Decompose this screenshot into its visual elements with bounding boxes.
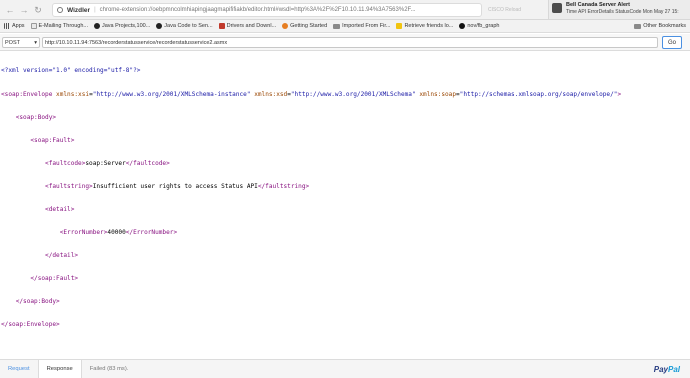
address-url: chrome-extension://oebpmncolmhiapingjaag…	[99, 7, 416, 13]
faultcode-value: soap:Server	[85, 159, 126, 167]
page-icon	[30, 23, 37, 29]
xml-line: </soap:Body>	[1, 298, 687, 306]
bookmark-item[interactable]: Java Code to Sen...	[156, 23, 213, 29]
method-value: POST	[5, 39, 20, 46]
paypal-pal-text: Pal	[667, 365, 680, 374]
extensions-text: CISCO Reload	[488, 7, 522, 13]
extension-title: Wizdler	[67, 6, 91, 14]
xml-attr: xmlns:xsd	[254, 90, 288, 98]
other-bookmarks-label: Other Bookmarks	[643, 23, 686, 29]
xml-tag: <soap:Fault>	[30, 136, 75, 144]
extension-icons[interactable]: CISCO Reload	[488, 3, 540, 17]
bookmark-label: Imported From Fir...	[342, 23, 391, 29]
xml-tag: <faultcode>	[45, 159, 86, 167]
status-text: Failed (83 ms).	[89, 366, 129, 372]
bookmark-item[interactable]: Java Projects,100...	[93, 23, 151, 29]
browser-toolbar: ← → ↻ Wizdler | chrome-extension://oebpm…	[0, 0, 690, 20]
bookmark-label: E-Mailing Through...	[38, 23, 88, 29]
xml-attr: xmlns:soap	[419, 90, 456, 98]
forward-arrow-icon[interactable]: →	[18, 4, 30, 16]
bookmark-label: Getting Started	[290, 23, 328, 29]
bookmark-item[interactable]: E-Mailing Through...	[30, 23, 88, 29]
endpoint-url-input[interactable]	[42, 37, 658, 48]
bookmark-item[interactable]: Getting Started	[282, 23, 327, 29]
bottom-status-bar: Request Response Failed (83 ms). PayPal	[0, 359, 690, 378]
paypal-pay-text: Pay	[653, 365, 668, 374]
xml-tag: <ErrorNumber>	[59, 229, 108, 237]
omnibox-separator: |	[94, 7, 96, 13]
xml-attr-value: "http://www.w3.org/2001/XMLSchema"	[290, 90, 416, 98]
xml-declaration: <?xml version="1.0" encoding="utf-8"?>	[1, 67, 141, 75]
bookmark-item[interactable]: Imported From Fir...	[333, 23, 390, 29]
xml-tag: </faultstring>	[257, 182, 310, 190]
notification-app-icon	[552, 3, 562, 13]
bookmark-item[interactable]: Drivers and Downl...	[218, 23, 277, 29]
xml-line: <faultcode>soap:Server</faultcode>	[1, 160, 687, 168]
xml-line: <?xml version="1.0" encoding="utf-8"?>	[1, 67, 687, 75]
folder-icon	[333, 23, 341, 29]
bookmark-apps[interactable]: Apps	[4, 23, 25, 29]
bookmark-label: Retrieve friends lo...	[404, 23, 454, 29]
xml-tag: >	[617, 90, 622, 98]
go-button[interactable]: Go	[662, 36, 682, 49]
xml-line: <soap:Envelope xmlns:xsi="http://www.w3.…	[1, 90, 622, 98]
xml-line: <soap:Fault>	[1, 137, 687, 145]
site-icon	[156, 23, 163, 29]
bookmark-label: Drivers and Downl...	[226, 23, 277, 29]
xml-tag: <faultstring>	[45, 182, 93, 190]
bookmark-item[interactable]: nov/fb_graph	[459, 23, 499, 29]
site-icon	[93, 23, 100, 29]
xml-line: </detail>	[1, 252, 687, 260]
notification-body: Time API ErrorDetails StatusCode Mon May…	[566, 9, 679, 15]
xml-tag: </soap:Fault>	[30, 275, 79, 283]
bookmark-item[interactable]: Retrieve friends lo...	[396, 23, 453, 29]
bookmarks-bar: Apps E-Mailing Through... Java Projects,…	[0, 20, 690, 33]
other-bookmarks[interactable]: Other Bookmarks	[634, 23, 686, 29]
request-bar: POST ▾ Go	[0, 34, 690, 51]
bookmark-label: Java Code to Sen...	[164, 23, 213, 29]
method-select[interactable]: POST ▾	[2, 37, 40, 48]
site-icon	[218, 23, 225, 29]
xml-tag: <soap:Envelope	[1, 90, 53, 98]
xml-tag: <soap:Body>	[15, 113, 57, 121]
xml-attr: xmlns:xsi	[56, 90, 90, 98]
bookmark-label: Java Projects,100...	[101, 23, 151, 29]
tab-request[interactable]: Request	[0, 360, 38, 378]
xml-response: <?xml version="1.0" encoding="utf-8"?> <…	[1, 52, 687, 337]
chevron-down-icon: ▾	[34, 39, 37, 46]
xml-tag: </ErrorNumber>	[125, 229, 178, 237]
xml-attr-value: "http://schemas.xmlsoap.org/soap/envelop…	[459, 90, 618, 98]
xml-line: <soap:Body>	[1, 114, 687, 122]
info-icon	[57, 7, 63, 13]
xml-tag: <detail>	[45, 205, 75, 213]
xml-line: <ErrorNumber>40000</ErrorNumber>	[1, 229, 687, 237]
site-icon	[396, 23, 403, 29]
xml-line: </soap:Fault>	[1, 275, 687, 283]
xml-tag: </soap:Envelope>	[1, 321, 60, 329]
address-bar[interactable]: Wizdler | chrome-extension://oebpmncolmh…	[52, 3, 482, 17]
xml-line: <detail>	[1, 206, 687, 214]
apps-grid-icon	[4, 23, 10, 29]
xml-line: <faultstring>Insufficient user rights to…	[1, 183, 687, 191]
xml-tag: </detail>	[45, 252, 79, 260]
back-arrow-icon[interactable]: ←	[4, 4, 16, 16]
error-number-value: 40000	[107, 229, 126, 237]
reload-icon[interactable]: ↻	[32, 4, 44, 16]
notification-title: Bell Canada Server Alert	[566, 2, 630, 8]
xml-tag: </soap:Body>	[15, 298, 60, 306]
github-icon	[459, 23, 466, 29]
firefox-icon	[282, 23, 289, 29]
notification-popup[interactable]: Bell Canada Server Alert Time API ErrorD…	[548, 0, 690, 20]
folder-icon	[634, 23, 642, 29]
paypal-logo[interactable]: PayPal	[654, 365, 680, 374]
xml-tag: </faultcode>	[125, 159, 170, 167]
bookmark-label: nov/fb_graph	[467, 23, 500, 29]
xml-attr-value: "http://www.w3.org/2001/XMLSchema-instan…	[92, 90, 251, 98]
tab-response[interactable]: Response	[37, 359, 82, 378]
faultstring-value: Insufficient user rights to access Statu…	[92, 182, 258, 190]
xml-line: </soap:Envelope>	[1, 321, 687, 329]
bookmark-label: Apps	[12, 23, 25, 29]
